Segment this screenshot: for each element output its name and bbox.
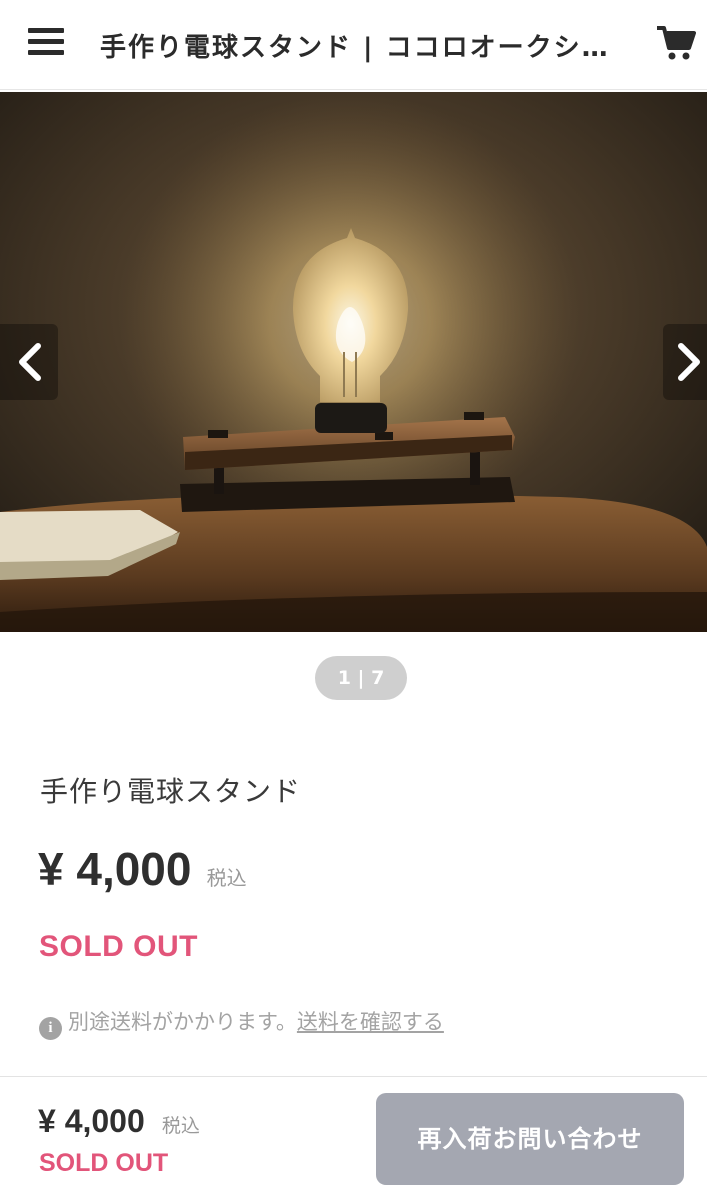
carousel-next-button[interactable] (663, 324, 707, 400)
chevron-right-icon (678, 343, 700, 381)
product-name: 手作り電球スタンド (40, 775, 302, 808)
bottom-sold-out-status: SOLD OUT (39, 1149, 169, 1177)
bottom-purchase-bar: ¥ 4,000 税込 SOLD OUT 再入荷お問い合わせ (0, 1076, 707, 1200)
sold-out-status: SOLD OUT (39, 930, 198, 963)
bottom-price: ¥ 4,000 (38, 1103, 145, 1139)
product-photo (0, 92, 707, 632)
tax-label: 税込 (206, 866, 247, 890)
chevron-left-icon (19, 343, 41, 381)
shipping-note: i 別途送料がかかります。送料を確認する (39, 1006, 444, 1040)
bottom-price-row: ¥ 4,000 税込 (38, 1103, 200, 1140)
menu-line (28, 39, 64, 44)
shipping-link[interactable]: 送料を確認する (297, 1010, 444, 1034)
hamburger-menu-icon[interactable] (28, 26, 64, 58)
menu-line (28, 28, 64, 33)
shipping-note-text: 別途送料がかかります。 (68, 1010, 297, 1034)
product-image-carousel[interactable] (0, 92, 707, 632)
bottom-tax-label: 税込 (161, 1115, 200, 1137)
product-price: ¥ 4,000 (38, 843, 192, 895)
price-row: ¥ 4,000 税込 (38, 842, 247, 896)
image-counter-badge: 1 | 7 (315, 656, 407, 700)
info-icon: i (39, 1017, 62, 1040)
carousel-prev-button[interactable] (0, 324, 58, 400)
page-title: 手作り電球スタンド | ココロオークシ… (100, 33, 610, 63)
header-bar: 手作り電球スタンド | ココロオークシ… (0, 0, 707, 90)
menu-line (28, 50, 64, 55)
shopping-cart-icon[interactable] (656, 24, 696, 62)
restock-inquiry-button[interactable]: 再入荷お問い合わせ (376, 1093, 684, 1185)
